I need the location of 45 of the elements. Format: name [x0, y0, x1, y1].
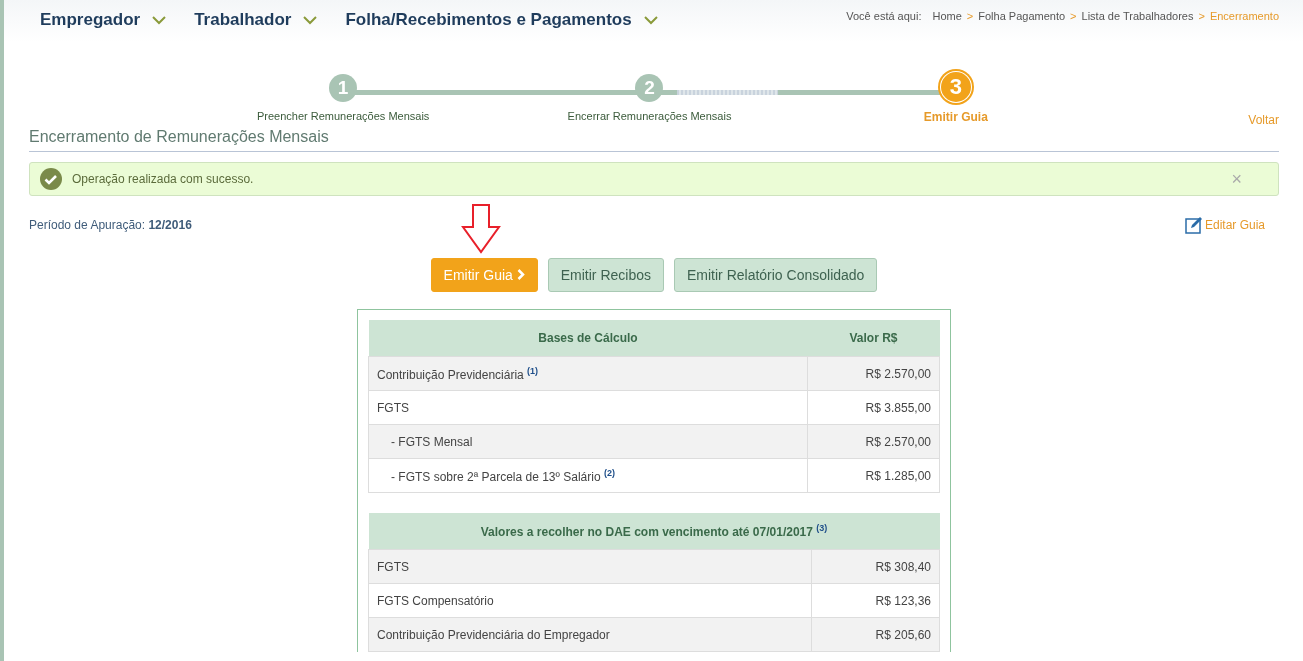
table-cell: R$ 308,40 — [811, 549, 940, 584]
table-cell: FGTS Compensatório — [368, 583, 812, 618]
table-cell: FGTS — [368, 549, 812, 584]
table-cell: Contribuição Previdenciária $^{(1)}$ — [368, 356, 808, 391]
chevron-down-icon — [303, 15, 318, 25]
nav-menu[interactable]: Trabalhador — [194, 10, 318, 30]
breadcrumb-link[interactable]: Home — [932, 10, 962, 22]
breadcrumb-link[interactable]: Lista de Trabalhadores — [1081, 10, 1194, 22]
table-cell: - FGTS Mensal — [368, 424, 808, 459]
chevron-down-icon — [643, 15, 658, 25]
nav-menu[interactable]: Empregador — [40, 10, 167, 30]
table-cell: - FGTS sobre 2ª Parcela de 13º Salário $^{(2)}$ — [368, 458, 808, 493]
breadcrumb-separator: > — [1070, 10, 1077, 22]
table-cell: R$ 123,36 — [811, 583, 940, 618]
breadcrumb-separator: > — [1198, 10, 1205, 22]
edit-icon — [1184, 216, 1203, 234]
down-arrow-icon — [461, 204, 501, 254]
table-cell: R$ 3.855,00 — [807, 390, 940, 425]
action-button[interactable]: Emitir Recibos — [547, 258, 664, 292]
step-label: Encerrar Remunerações Mensais — [567, 110, 732, 122]
step-label: Preencher Remunerações Mensais — [256, 110, 430, 122]
check-circle-icon — [40, 168, 62, 190]
step-circle: 2 — [635, 74, 664, 102]
step-circle: 1 — [329, 74, 358, 102]
section-title: Encerramento de Remunerações Mensais — [29, 128, 1279, 152]
period-text: Período de Apuração: 12/2016 — [29, 218, 192, 232]
column-header: Bases de Cálculo — [368, 320, 808, 357]
column-header: Valor R$ — [807, 320, 940, 357]
alert-message: Operação realizada com sucesso. — [72, 172, 255, 186]
chevron-down-icon — [152, 15, 167, 25]
step-circle: 3 — [939, 71, 972, 103]
action-button[interactable]: Emitir Relatório Consolidado — [673, 258, 878, 292]
breadcrumb-link[interactable]: Folha Pagamento — [978, 10, 1066, 22]
table-cell: R$ 2.570,00 — [807, 424, 940, 459]
table-cell: R$ 205,60 — [811, 617, 940, 652]
table-cell: Contribuição Previdenciária do Empregador — [368, 617, 812, 652]
table-cell: FGTS — [368, 390, 808, 425]
nav-menu[interactable]: Folha/Recebimentos e Pagamentos — [345, 10, 658, 30]
step-label: Emitir Guia — [923, 110, 988, 124]
breadcrumb-separator: > — [966, 10, 974, 22]
breadcrumb-prefix: Você está aqui: — [846, 10, 922, 22]
table-cell: R$ 1.285,00 — [807, 458, 940, 493]
table-cell: R$ 2.570,00 — [807, 356, 940, 391]
column-header: Valores a recolher no DAE com vencimento até 07/01/2017 $^{(3)}$ — [368, 513, 940, 550]
chevron-right-icon — [516, 269, 525, 280]
